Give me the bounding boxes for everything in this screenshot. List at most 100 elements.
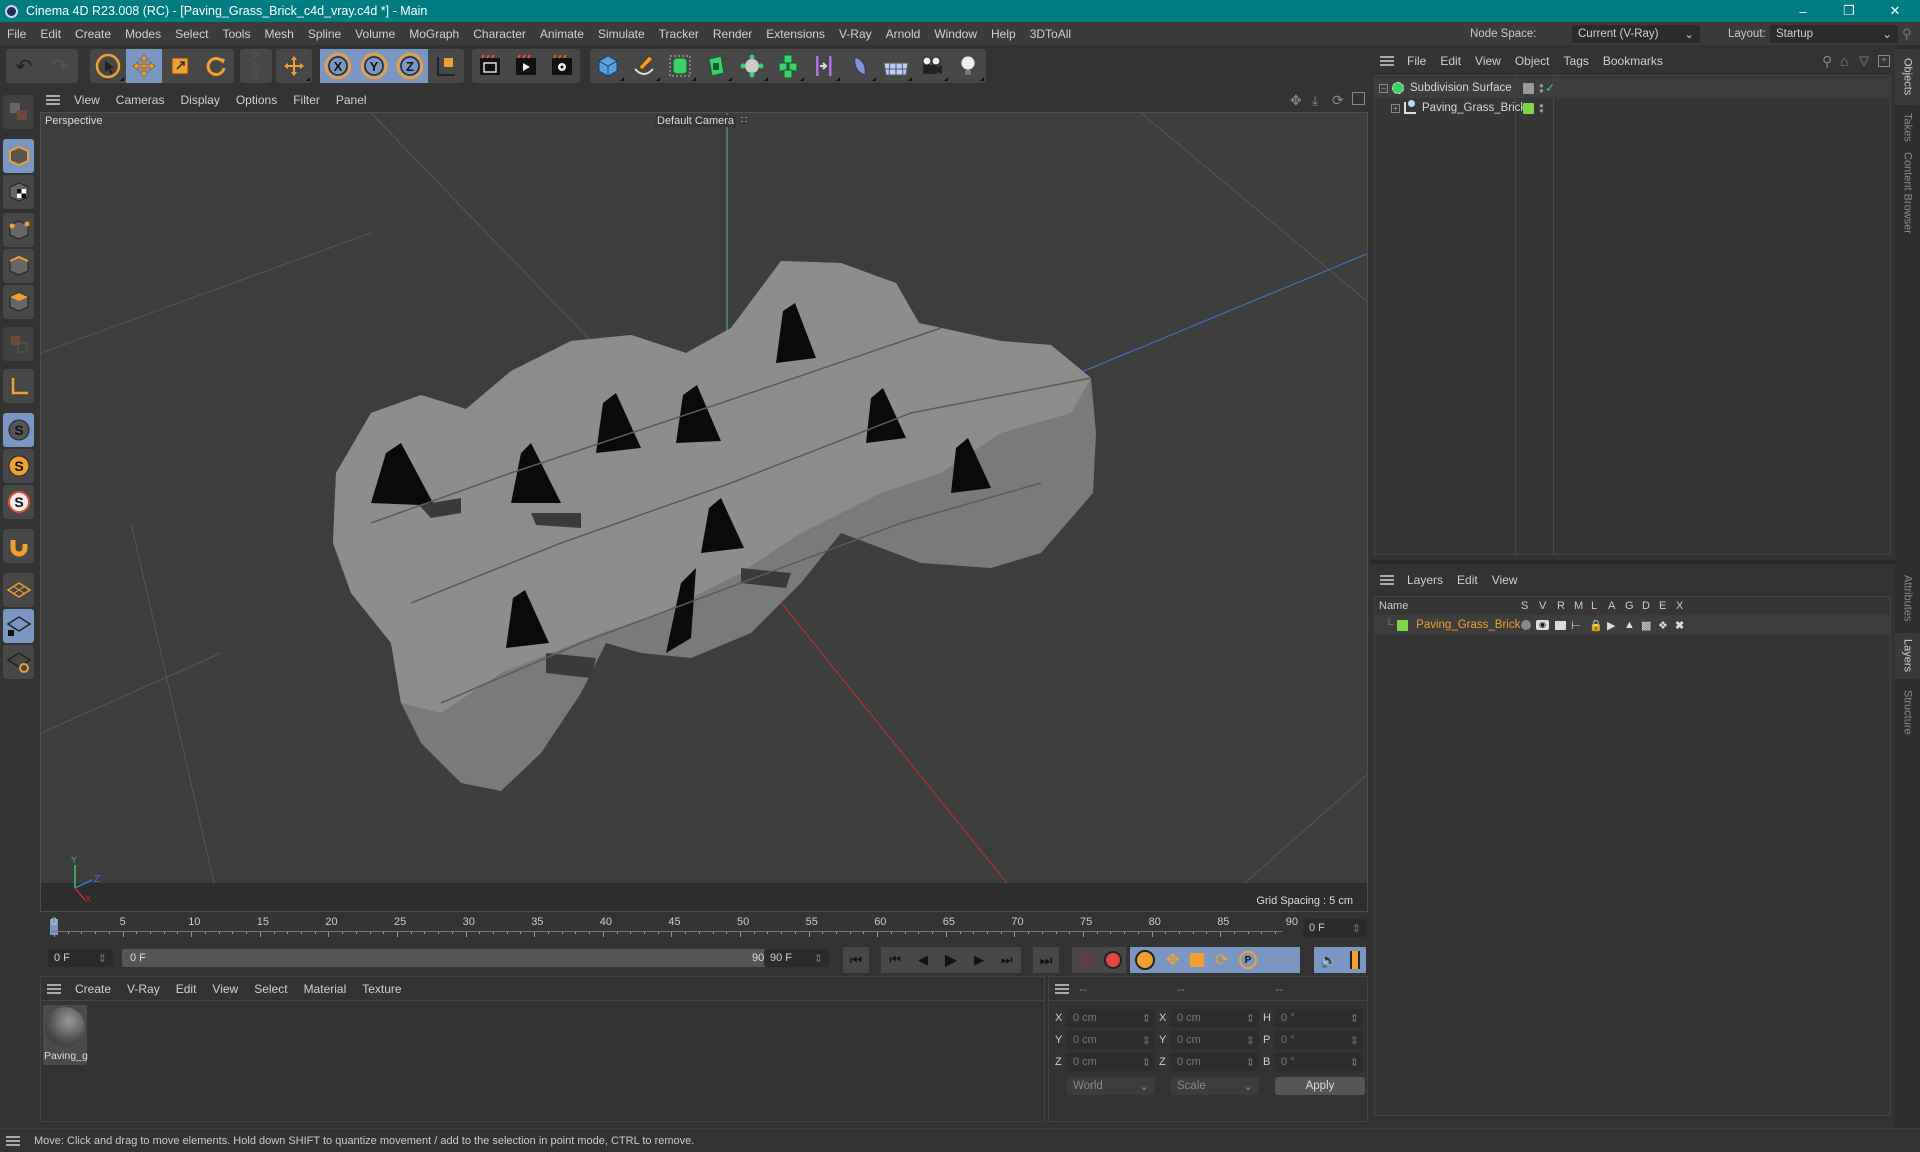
layer-color-swatch[interactable] xyxy=(1523,82,1534,94)
key-rotation-button[interactable]: ⟳ xyxy=(1215,950,1228,970)
minimize-button[interactable]: – xyxy=(1780,0,1826,22)
filter-icon[interactable]: ▽ xyxy=(1859,53,1869,69)
layer-row[interactable]: └ Paving_Grass_Brick ◉ ⊢ 🔒 ▶ ▲ ▩ ❖ ✖ xyxy=(1375,615,1890,635)
menu-mograph[interactable]: MoGraph xyxy=(402,27,466,41)
snap-button[interactable]: S xyxy=(3,413,34,447)
layer-color-swatch[interactable] xyxy=(1523,102,1534,114)
prev-frame-button[interactable]: ◀ xyxy=(918,952,928,968)
deformer-button[interactable] xyxy=(842,49,878,83)
col-name[interactable]: Name xyxy=(1379,600,1408,612)
size-y-field[interactable]: 0 cm ⇕ xyxy=(1171,1031,1259,1049)
object-menu-edit[interactable]: Edit xyxy=(1433,54,1468,68)
menu-vray[interactable]: V-Ray xyxy=(832,27,879,41)
object-row[interactable]: + Paving_Grass_Brick ● ● xyxy=(1375,98,1890,118)
coordinate-space-select[interactable]: World ⌄ xyxy=(1067,1077,1155,1095)
film-strip-icon[interactable] xyxy=(1349,951,1360,969)
camera-button[interactable] xyxy=(914,49,950,83)
hamburger-icon[interactable] xyxy=(1380,575,1394,585)
viewport-menu-options[interactable]: Options xyxy=(228,93,285,107)
search-icon[interactable]: ⚲ xyxy=(1822,53,1832,70)
render-toggle-icon[interactable] xyxy=(1555,620,1566,630)
autokey-button[interactable] xyxy=(1103,951,1122,969)
paving-grass-brick-model[interactable] xyxy=(333,261,1096,791)
layer-name[interactable]: Paving_Grass_Brick xyxy=(1416,619,1520,631)
workplane-sync-button[interactable] xyxy=(3,645,34,679)
edge-mode-button[interactable] xyxy=(3,249,34,283)
coordinate-mode-select[interactable]: Scale ⌄ xyxy=(1171,1077,1259,1095)
lock-toggle-icon[interactable]: 🔒 xyxy=(1589,619,1603,632)
layer-menu-layers[interactable]: Layers xyxy=(1400,573,1450,587)
material-menu-material[interactable]: Material xyxy=(296,982,355,996)
key-position-button[interactable]: ✥ xyxy=(1166,950,1179,970)
tab-layers[interactable]: Layers xyxy=(1895,633,1920,679)
col-deformers[interactable]: D xyxy=(1642,600,1650,612)
render-view-button[interactable] xyxy=(508,49,544,83)
menu-simulate[interactable]: Simulate xyxy=(591,27,652,41)
material-menu-view[interactable]: View xyxy=(204,982,246,996)
rotation-b-field[interactable]: 0 ° ⇕ xyxy=(1275,1053,1363,1071)
visible-toggle-icon[interactable]: ◉ xyxy=(1536,620,1549,630)
menu-help[interactable]: Help xyxy=(984,27,1023,41)
tab-attributes[interactable]: Attributes xyxy=(1895,565,1920,631)
hamburger-icon[interactable] xyxy=(46,95,60,105)
node-space-select[interactable]: Current (V-Ray) ⌄ xyxy=(1572,24,1700,43)
hamburger-icon[interactable] xyxy=(47,983,61,994)
object-menu-file[interactable]: File xyxy=(1400,54,1433,68)
axis-mode-button[interactable] xyxy=(3,369,34,403)
menu-file[interactable]: File xyxy=(0,27,33,41)
material-menu-create[interactable]: Create xyxy=(67,982,119,996)
viewport-menu-display[interactable]: Display xyxy=(172,93,227,107)
go-to-start-button[interactable]: ⏮ xyxy=(843,947,869,973)
manager-toggle-icon[interactable]: ⊢ xyxy=(1571,619,1581,632)
hamburger-icon[interactable] xyxy=(1055,983,1069,994)
next-key-button[interactable]: ⏭ xyxy=(1001,952,1013,968)
uv-mode-button[interactable] xyxy=(3,327,34,361)
camera-label[interactable]: Default Camera xyxy=(655,115,737,127)
rotation-p-field[interactable]: 0 ° ⇕ xyxy=(1275,1031,1363,1049)
expand-icon[interactable]: + xyxy=(1391,103,1400,113)
menu-modes[interactable]: Modes xyxy=(118,27,168,41)
menu-arnold[interactable]: Arnold xyxy=(879,27,928,41)
play-button[interactable]: ▶ xyxy=(945,950,957,970)
psr-button[interactable]: PSR xyxy=(240,49,272,83)
floor-button[interactable] xyxy=(878,49,914,83)
polygon-mode-button[interactable] xyxy=(3,285,34,319)
scale-tool-button[interactable] xyxy=(162,49,198,83)
locked-workplane-button[interactable] xyxy=(3,609,34,643)
size-z-field[interactable]: 0 cm ⇕ xyxy=(1171,1053,1259,1071)
solo-button[interactable]: S xyxy=(3,485,34,519)
array-button[interactable] xyxy=(770,49,806,83)
hamburger-icon[interactable] xyxy=(6,1135,20,1146)
layer-menu-view[interactable]: View xyxy=(1485,573,1525,587)
rotate-view-icon[interactable]: ⟳ xyxy=(1332,92,1344,109)
col-xrefs[interactable]: X xyxy=(1676,600,1683,612)
apply-button[interactable]: Apply xyxy=(1275,1077,1365,1095)
extrude-button[interactable] xyxy=(698,49,734,83)
key-scale-button[interactable] xyxy=(1190,953,1205,967)
position-x-field[interactable]: 0 cm ⇕ xyxy=(1067,1009,1155,1027)
material-item[interactable]: Paving_g xyxy=(43,1005,88,1065)
x-axis-button[interactable]: X xyxy=(320,49,356,83)
generators-toggle-icon[interactable]: ▲ xyxy=(1624,619,1635,631)
object-menu-view[interactable]: View xyxy=(1468,54,1508,68)
redo-button[interactable]: ↷ xyxy=(42,49,78,83)
dolly-view-icon[interactable]: ⤓ xyxy=(1312,92,1318,109)
range-slider[interactable]: 0 F 90 F xyxy=(122,949,782,967)
record-keys-button[interactable] xyxy=(1076,951,1095,969)
new-panel-icon[interactable]: + xyxy=(1878,55,1890,67)
expressions-toggle-icon[interactable]: ❖ xyxy=(1658,619,1668,632)
collapse-icon[interactable]: – xyxy=(1379,83,1388,93)
key-pla-button[interactable]: ⋮⋮⋮ xyxy=(1268,955,1296,966)
workplane-button[interactable] xyxy=(3,573,34,607)
light-button[interactable] xyxy=(950,49,986,83)
col-visible[interactable]: V xyxy=(1539,600,1546,612)
restore-button[interactable]: ❐ xyxy=(1826,0,1872,22)
col-expressions[interactable]: E xyxy=(1659,600,1666,612)
snap-settings-button[interactable]: S xyxy=(3,449,34,483)
magnet-button[interactable] xyxy=(3,529,34,563)
col-animation[interactable]: A xyxy=(1608,600,1615,612)
key-parameter-button[interactable]: P xyxy=(1238,951,1257,969)
hamburger-icon[interactable] xyxy=(1380,56,1394,66)
position-y-field[interactable]: 0 cm ⇕ xyxy=(1067,1031,1155,1049)
deformers-toggle-icon[interactable]: ▩ xyxy=(1641,619,1651,632)
